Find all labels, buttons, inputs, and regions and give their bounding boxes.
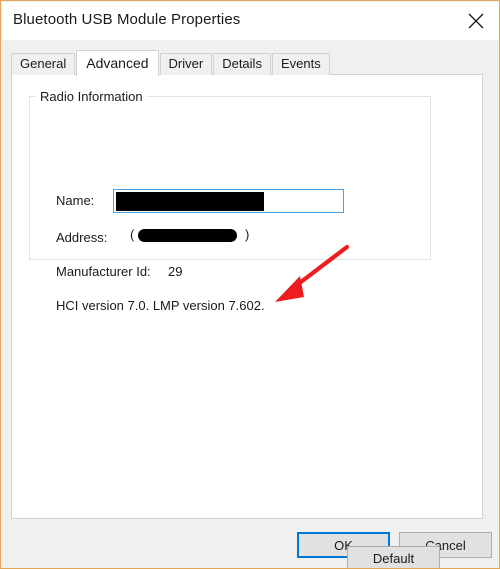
radio-information-legend: Radio Information bbox=[36, 89, 147, 104]
close-icon[interactable] bbox=[454, 2, 498, 38]
tab-details[interactable]: Details bbox=[213, 53, 271, 75]
tab-events[interactable]: Events bbox=[271, 53, 330, 75]
tab-general[interactable]: General bbox=[11, 53, 76, 75]
manufacturer-id-value: 29 bbox=[168, 264, 183, 279]
name-label: Name: bbox=[56, 193, 95, 208]
tab-strip: General Advanced Driver Details Events bbox=[11, 49, 331, 76]
tab-content-panel: Radio Information Name: Address: ( ) Man… bbox=[11, 74, 483, 568]
default-button[interactable]: Default bbox=[347, 546, 440, 568]
address-close-paren: ) bbox=[244, 227, 250, 242]
window-title: Bluetooth USB Module Properties bbox=[13, 11, 241, 28]
tab-driver[interactable]: Driver bbox=[159, 53, 213, 75]
manufacturer-id-label: Manufacturer Id: bbox=[56, 264, 151, 279]
tab-advanced[interactable]: Advanced bbox=[76, 50, 159, 76]
name-input[interactable] bbox=[113, 189, 344, 213]
name-redaction-bar bbox=[116, 192, 264, 211]
address-redaction-bar bbox=[138, 229, 237, 242]
properties-dialog-window: Bluetooth USB Module Properties General … bbox=[0, 0, 500, 569]
address-open-paren: ( bbox=[130, 227, 135, 242]
hci-lmp-version-text: HCI version 7.0. LMP version 7.602. bbox=[56, 298, 265, 313]
address-label: Address: bbox=[56, 230, 108, 245]
title-bar: Bluetooth USB Module Properties bbox=[2, 2, 499, 40]
